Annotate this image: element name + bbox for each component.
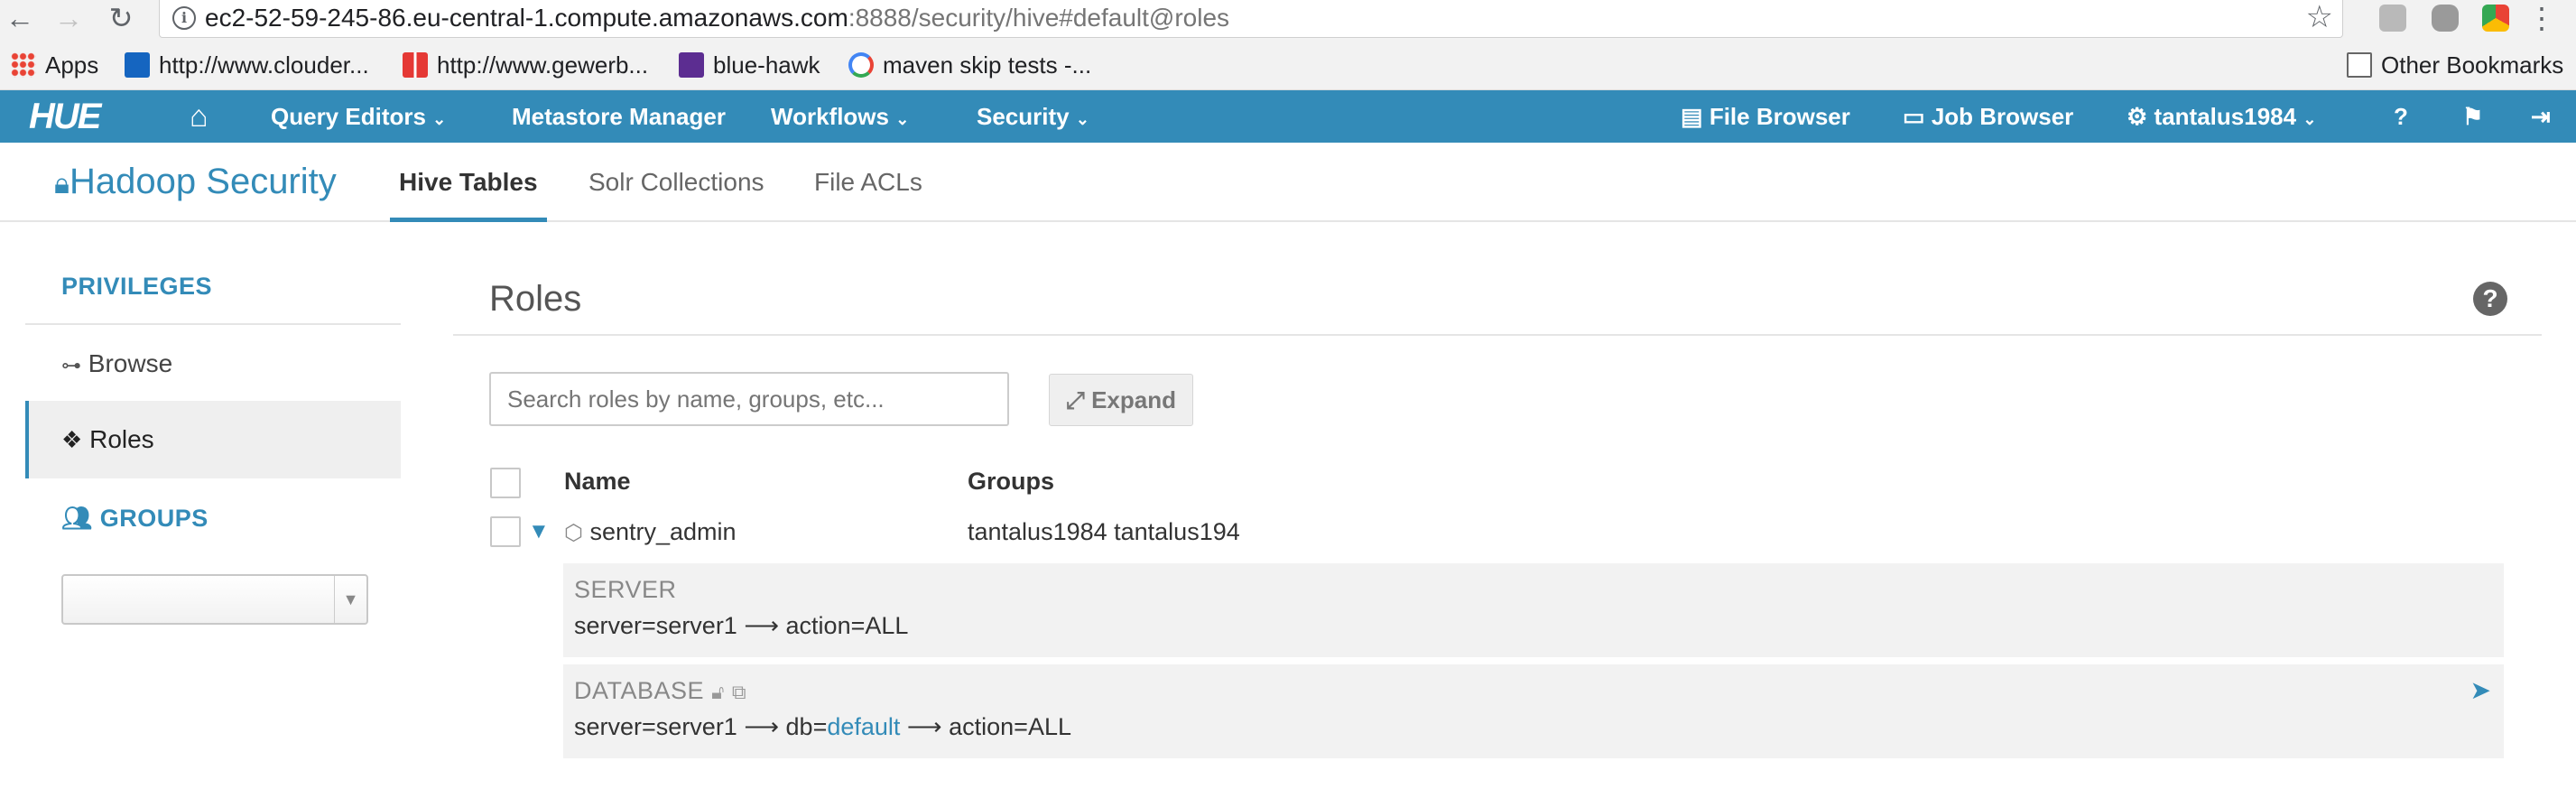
extension-icon[interactable] [2432, 5, 2459, 32]
groups-heading[interactable]: 👥︎ GROUPS [61, 504, 208, 533]
extension-icon[interactable] [2482, 5, 2509, 32]
chevron-down-icon: ⌄ [895, 110, 910, 128]
search-roles-input[interactable] [489, 372, 1009, 426]
sitemap-icon: ⊶ [61, 354, 81, 376]
column-header-groups[interactable]: Groups [968, 468, 1054, 496]
app-header: 🔒︎Hadoop Security Hive Tables Solr Colle… [0, 143, 2576, 222]
privilege-server: SERVER server=server1 ⟶ action=ALL [563, 563, 2504, 657]
file-icon: ▤ [1681, 103, 1703, 130]
browser-menu-icon[interactable]: ⋮ [2527, 0, 2556, 36]
tab-hive-tables[interactable]: Hive Tables [390, 143, 547, 222]
bookmarks-bar: Apps http://www.clouder... http://www.ge… [0, 40, 2576, 90]
nav-file-browser[interactable]: ▤ File Browser [1681, 90, 1850, 143]
cube-icon: ⬡ [564, 521, 583, 545]
cogs-icon: ⚙ [2127, 103, 2148, 130]
help-nav-icon[interactable]: ? [2394, 90, 2408, 143]
privileges-heading: PRIVILEGES [61, 273, 213, 300]
visual-studio-icon [679, 52, 704, 78]
expand-icon: ⤢ [1066, 386, 1085, 413]
privilege-kind: SERVER [574, 576, 677, 603]
hue-logo[interactable]: HUE [29, 96, 101, 137]
role-checkbox[interactable] [490, 516, 521, 547]
send-icon[interactable]: ➤ [2470, 675, 2491, 705]
nav-job-browser[interactable]: ▭ Job Browser [1903, 90, 2073, 143]
bookmark-cloudera[interactable]: http://www.clouder... [125, 51, 369, 79]
reload-icon[interactable]: ↻ [105, 2, 137, 34]
nav-user-menu[interactable]: ⚙ tantalus1984 ⌄ [2127, 90, 2316, 143]
address-bar[interactable]: i ec2-52-59-245-86.eu-central-1.compute.… [159, 0, 2343, 38]
sidebar-item-roles[interactable]: ❖ Roles [25, 401, 401, 478]
help-icon[interactable]: ? [2473, 282, 2507, 316]
gewerbe-icon [403, 52, 428, 78]
group-select[interactable]: ▼ [61, 574, 368, 625]
bookmark-star-icon[interactable]: ☆ [2306, 0, 2333, 34]
info-icon[interactable]: i [172, 6, 196, 30]
sidebar-item-browse[interactable]: ⊶ Browse [25, 325, 401, 403]
unlock-icon: 🔓︎ [711, 681, 725, 703]
external-link-icon[interactable]: ⧉ [732, 681, 746, 703]
bookmark-other[interactable]: Other Bookmarks [2347, 51, 2563, 79]
tab-file-acls[interactable]: File ACLs [814, 143, 922, 222]
nav-query-editors[interactable]: Query Editors ⌄ [271, 90, 446, 143]
back-icon[interactable]: ← [4, 2, 36, 34]
chevron-down-icon: ⌄ [1075, 110, 1089, 128]
title-divider [453, 334, 2542, 336]
hue-navbar: HUE ⌂ Query Editors ⌄ Metastore Manager … [0, 90, 2576, 143]
privilege-kind: DATABASE 🔓︎ ⧉ [574, 677, 747, 704]
nav-security[interactable]: Security ⌄ [977, 90, 1089, 143]
select-arrow-icon: ▼ [334, 576, 366, 623]
browser-toolbar: ← → ↻ i ec2-52-59-245-86.eu-central-1.co… [0, 0, 2576, 40]
forward-icon[interactable]: → [52, 2, 85, 34]
expand-button[interactable]: ⤢ Expand [1049, 374, 1193, 426]
apps-grid-icon [11, 52, 36, 78]
bookmark-apps[interactable]: Apps [11, 51, 98, 79]
role-name[interactable]: ⬡ sentry_admin [564, 516, 737, 549]
bookmark-maven[interactable]: maven skip tests -... [848, 51, 1091, 79]
page-title: Roles [489, 279, 582, 319]
tab-solr-collections[interactable]: Solr Collections [588, 143, 764, 222]
google-icon [848, 52, 874, 78]
flag-icon[interactable]: ⚑ [2462, 90, 2483, 143]
collapse-caret-icon[interactable]: ▼ [528, 516, 550, 547]
bookmark-blue-hawk[interactable]: blue-hawk [679, 51, 820, 79]
cubes-icon: ❖ [61, 426, 83, 453]
lock-icon: 🔒︎ [54, 167, 70, 200]
app-title[interactable]: 🔒︎Hadoop Security [54, 159, 337, 206]
bookmark-gewerbe[interactable]: http://www.gewerb... [403, 51, 648, 79]
role-groups: tantalus1984 tantalus194 [968, 518, 1240, 545]
url-text[interactable]: ec2-52-59-245-86.eu-central-1.compute.am… [205, 3, 1229, 33]
db-link[interactable]: default [827, 713, 900, 740]
extension-icon[interactable] [2379, 5, 2406, 32]
privilege-database: DATABASE 🔓︎ ⧉ server=server1 ⟶ db=defaul… [563, 664, 2504, 758]
nav-metastore-manager[interactable]: Metastore Manager [512, 90, 726, 143]
logout-icon[interactable]: ⇥ [2531, 90, 2551, 143]
select-all-checkbox[interactable] [490, 468, 521, 498]
chevron-down-icon: ⌄ [432, 110, 447, 128]
column-header-name[interactable]: Name [564, 468, 631, 496]
privilege-details: server=server1 ⟶ db=default ⟶ action=ALL [574, 713, 1071, 740]
cloudera-icon [125, 52, 150, 78]
list-icon: ▭ [1903, 103, 1925, 130]
privilege-details: server=server1 ⟶ action=ALL [574, 612, 909, 639]
home-icon[interactable]: ⌂ [190, 90, 208, 143]
nav-workflows[interactable]: Workflows ⌄ [771, 90, 909, 143]
chevron-down-icon: ⌄ [2303, 110, 2317, 128]
folder-icon [2347, 52, 2372, 78]
users-icon: 👥︎ [61, 505, 93, 532]
